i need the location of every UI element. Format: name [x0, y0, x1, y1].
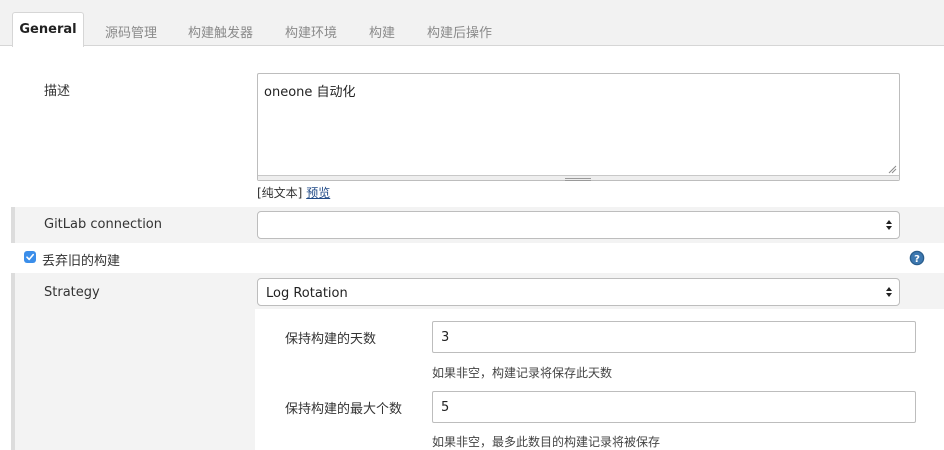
description-label: 描述 [44, 84, 71, 99]
strategy-value: Log Rotation [266, 286, 348, 301]
strategy-left-panel [15, 309, 255, 450]
description-format-line: [纯文本] 预览 [257, 184, 330, 201]
max-builds-input[interactable] [432, 391, 916, 423]
days-to-keep-label: 保持构建的天数 [285, 332, 377, 347]
max-builds-hint: 如果非空，最多此数目的构建记录将被保存 [432, 435, 661, 449]
tab-build-environment[interactable]: 构建环境 [285, 22, 337, 41]
tab-post-build-actions[interactable]: 构建后操作 [427, 22, 492, 41]
discard-old-builds-checkbox[interactable] [24, 251, 36, 263]
tab-build-triggers[interactable]: 构建触发器 [188, 22, 253, 41]
tab-general[interactable]: General [12, 12, 84, 47]
days-to-keep-input[interactable] [432, 321, 916, 353]
config-tab-bar: General 源码管理 构建触发器 构建环境 构建 构建后操作 [0, 0, 944, 47]
gitlab-connection-label: GitLab connection [44, 217, 163, 232]
strategy-label: Strategy [44, 285, 100, 300]
tab-source-code-management[interactable]: 源码管理 [105, 22, 157, 41]
description-textarea[interactable]: oneone 自动化 [257, 73, 900, 181]
svg-text:?: ? [914, 254, 920, 265]
drag-grip-icon[interactable] [565, 178, 591, 181]
plain-text-label: [纯文本] [257, 186, 303, 200]
section-rule [11, 207, 15, 243]
max-builds-label: 保持构建的最大个数 [285, 402, 403, 417]
checkmark-icon [26, 253, 34, 261]
tab-build[interactable]: 构建 [369, 22, 395, 41]
days-to-keep-hint: 如果非空，构建记录将保存此天数 [432, 366, 613, 380]
description-value: oneone 自动化 [264, 85, 356, 100]
help-icon[interactable]: ? [909, 250, 925, 266]
select-arrows-icon [886, 220, 892, 230]
select-arrows-icon [886, 287, 892, 297]
resize-handle-icon[interactable] [888, 165, 897, 174]
gitlab-connection-select[interactable] [257, 211, 900, 239]
strategy-select[interactable]: Log Rotation [257, 278, 900, 306]
preview-link[interactable]: 预览 [306, 186, 330, 200]
discard-old-builds-label: 丢弃旧的构建 [42, 254, 121, 269]
job-config-page: General 源码管理 构建触发器 构建环境 构建 构建后操作 描述 oneo… [0, 0, 944, 450]
